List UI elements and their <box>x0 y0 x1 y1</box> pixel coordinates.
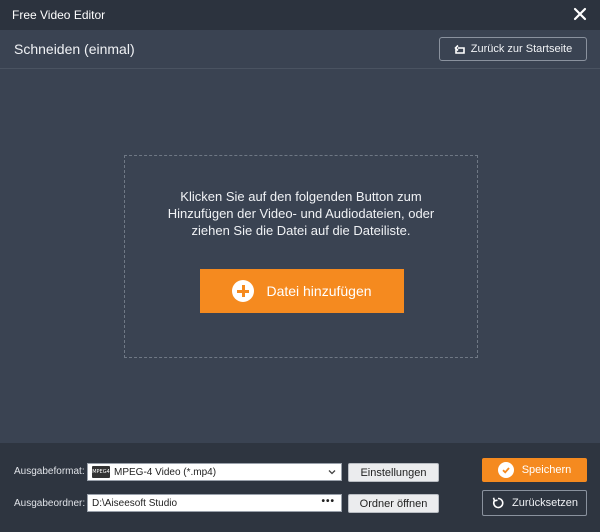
window-title: Free Video Editor <box>12 8 106 22</box>
output-format-select[interactable]: MPEG4 MPEG-4 Video (*.mp4) <box>87 463 342 481</box>
back-arrow-icon <box>454 44 465 54</box>
save-button[interactable]: Speichern <box>482 458 587 482</box>
message-line-1: Klicken Sie auf den folgenden Button zum <box>180 189 422 204</box>
output-folder-value: D:\Aiseesoft Studio <box>92 497 178 509</box>
title-bar: Free Video Editor <box>0 0 600 30</box>
close-icon[interactable] <box>572 6 588 22</box>
drop-zone-message: Klicken Sie auf den folgenden Button zum… <box>125 188 477 239</box>
add-file-button[interactable]: Datei hinzufügen <box>200 269 404 313</box>
output-format-label: Ausgabeformat: <box>14 466 85 477</box>
page-title: Schneiden (einmal) <box>14 41 135 57</box>
back-button-label: Zurück zur Startseite <box>470 43 573 55</box>
settings-button[interactable]: Einstellungen <box>348 463 439 482</box>
reset-label: Zurücksetzen <box>511 497 579 509</box>
message-line-2: Hinzufügen der Video- und Audiodateien, … <box>167 206 435 221</box>
reset-button[interactable]: Zurücksetzen <box>482 490 587 516</box>
format-icon: MPEG4 <box>92 466 110 478</box>
reset-icon <box>492 497 504 509</box>
plus-circle-icon <box>232 280 255 302</box>
add-file-label: Datei hinzufügen <box>266 283 372 299</box>
output-folder-label: Ausgabeordner: <box>14 498 86 509</box>
output-format-value: MPEG-4 Video (*.mp4) <box>114 466 217 478</box>
message-line-3: ziehen Sie die Datei auf die Dateiliste. <box>191 223 411 238</box>
chevron-down-icon <box>328 470 336 475</box>
open-folder-button[interactable]: Ordner öffnen <box>348 494 439 513</box>
drop-zone[interactable]: Klicken Sie auf den folgenden Button zum… <box>124 155 478 358</box>
check-circle-icon <box>497 462 514 478</box>
back-to-home-button[interactable]: Zurück zur Startseite <box>439 37 587 61</box>
footer-panel <box>0 443 600 532</box>
output-folder-field[interactable]: D:\Aiseesoft Studio ••• <box>87 494 342 512</box>
browse-folder-button[interactable]: ••• <box>321 496 335 507</box>
save-label: Speichern <box>521 464 572 476</box>
